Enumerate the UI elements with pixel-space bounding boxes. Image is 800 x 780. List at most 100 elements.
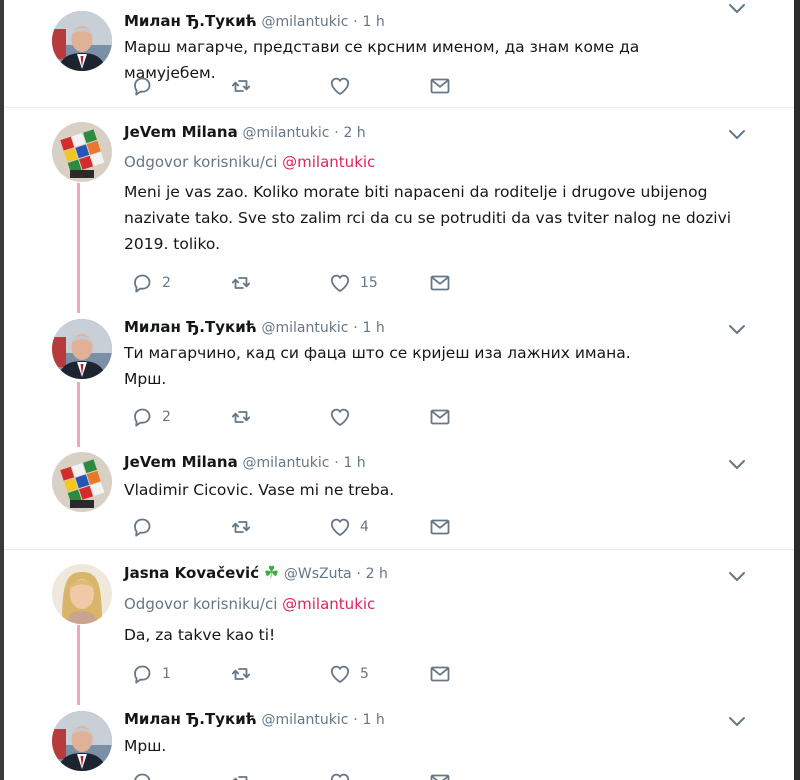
timestamp[interactable]: 1 h <box>362 320 384 336</box>
chevron-down-icon[interactable] <box>728 2 746 16</box>
like-button[interactable] <box>329 771 360 780</box>
author-name[interactable]: Jasna Kovačević <box>124 564 259 582</box>
reply-button[interactable]: 2 <box>131 272 171 294</box>
tweet-text: Vladimir Cicovic. Vase mi ne treba. <box>124 481 395 499</box>
author-name[interactable]: JeVem Milana <box>124 123 238 141</box>
window-frame-right <box>794 0 800 780</box>
avatar[interactable] <box>52 711 112 771</box>
like-count: 5 <box>360 666 369 682</box>
heart-icon <box>330 408 350 426</box>
retweet-icon <box>231 668 251 680</box>
retweet-button[interactable] <box>230 663 261 685</box>
author-handle[interactable]: @WsZuta <box>284 566 352 582</box>
message-button[interactable] <box>429 75 451 97</box>
message-button[interactable] <box>429 272 451 294</box>
tweet[interactable]: Милан Ђ.Тукић @milantukic · 1 h Ти магар… <box>4 308 794 444</box>
separator-dot: · <box>334 455 339 471</box>
chevron-down-icon[interactable] <box>728 715 746 729</box>
timestamp[interactable]: 2 h <box>343 125 365 141</box>
avatar[interactable] <box>52 452 112 512</box>
separator-dot: · <box>334 125 339 141</box>
author-handle[interactable]: @milantukic <box>242 125 329 141</box>
timestamp[interactable]: 1 h <box>343 455 365 471</box>
tweet-text: Da, za takve kao ti! <box>124 626 276 644</box>
reply-icon <box>134 77 151 96</box>
reply-mention-link[interactable]: @milantukic <box>282 153 375 171</box>
author-name[interactable]: Милан Ђ.Тукић <box>124 318 257 336</box>
tweet[interactable]: Милан Ђ.Тукић @milantukic · 1 h Марш маг… <box>4 0 794 107</box>
like-button[interactable] <box>329 75 360 97</box>
retweet-button[interactable] <box>230 75 261 97</box>
chevron-down-icon[interactable] <box>728 323 746 337</box>
tweet-text: Meni je vas zao. Koliko morate biti napa… <box>124 183 732 253</box>
reply-prefix: Odgovor korisniku/ci <box>124 153 278 171</box>
avatar[interactable] <box>52 11 112 71</box>
tweet-header: JeVem Milana @milantukic · 2 h <box>124 122 366 143</box>
message-button[interactable] <box>429 516 451 538</box>
reply-mention-link[interactable]: @milantukic <box>282 595 375 613</box>
reply-button[interactable] <box>131 75 162 97</box>
avatar[interactable] <box>52 564 112 624</box>
heart-icon <box>330 274 350 292</box>
tweet-actions: 2 <box>124 406 464 428</box>
reply-icon <box>134 773 151 780</box>
clover-icon: ☘ <box>263 563 280 583</box>
envelope-icon <box>430 774 450 780</box>
chevron-down-icon[interactable] <box>728 570 746 584</box>
reply-count: 1 <box>162 666 171 682</box>
author-handle[interactable]: @milantukic <box>242 455 329 471</box>
reply-button[interactable]: 2 <box>131 406 171 428</box>
author-handle[interactable]: @milantukic <box>262 320 349 336</box>
tweet[interactable]: JeVem Milana @milantukic · 1 h Vladimir … <box>4 444 794 549</box>
like-button[interactable]: 5 <box>329 663 369 685</box>
timestamp[interactable]: 1 h <box>362 14 384 30</box>
timestamp[interactable]: 2 h <box>366 566 388 582</box>
reply-icon <box>134 665 151 684</box>
author-name[interactable]: Милан Ђ.Тукић <box>124 710 257 728</box>
message-button[interactable] <box>429 771 451 780</box>
reply-icon <box>134 518 151 537</box>
like-count: 4 <box>360 519 369 535</box>
message-button[interactable] <box>429 406 451 428</box>
reply-button[interactable]: 1 <box>131 663 171 685</box>
retweet-button[interactable] <box>230 272 261 294</box>
author-handle[interactable]: @milantukic <box>262 14 349 30</box>
reply-button[interactable] <box>131 771 162 780</box>
tweet[interactable]: JeVem Milana @milantukic · 2 h Odgovor k… <box>4 108 794 308</box>
like-count: 15 <box>360 275 378 291</box>
reply-icon <box>134 408 151 427</box>
retweet-button[interactable] <box>230 406 261 428</box>
retweet-icon <box>231 277 251 289</box>
reply-icon <box>134 274 151 293</box>
message-button[interactable] <box>429 663 451 685</box>
like-button[interactable] <box>329 406 360 428</box>
like-button[interactable]: 15 <box>329 272 378 294</box>
chevron-down-icon[interactable] <box>728 458 746 472</box>
reply-count: 2 <box>162 275 171 291</box>
chevron-down-icon[interactable] <box>728 128 746 142</box>
reply-count: 2 <box>162 409 171 425</box>
retweet-button[interactable] <box>230 516 261 538</box>
retweet-icon <box>231 521 251 533</box>
envelope-icon <box>430 78 450 94</box>
timestamp[interactable]: 1 h <box>362 712 384 728</box>
retweet-button[interactable] <box>230 771 261 780</box>
tweet[interactable]: Jasna Kovačević ☘ @WsZuta · 2 h Odgovor … <box>4 550 794 698</box>
tweet-header: Милан Ђ.Тукић @milantukic · 1 h <box>124 709 385 730</box>
avatar[interactable] <box>52 319 112 379</box>
like-button[interactable]: 4 <box>329 516 369 538</box>
author-name[interactable]: JeVem Milana <box>124 453 238 471</box>
tweet[interactable]: Милан Ђ.Тукић @milantukic · 1 h Мрш. <box>4 698 794 780</box>
author-name[interactable]: Милан Ђ.Тукић <box>124 12 257 30</box>
envelope-icon <box>430 519 450 535</box>
tweet-header: Jasna Kovačević ☘ @WsZuta · 2 h <box>124 563 388 584</box>
heart-icon <box>330 665 350 683</box>
reply-button[interactable] <box>131 516 162 538</box>
separator-dot: · <box>353 712 358 728</box>
author-handle[interactable]: @milantukic <box>262 712 349 728</box>
avatar[interactable] <box>52 122 112 182</box>
reply-prefix: Odgovor korisniku/ci <box>124 595 278 613</box>
envelope-icon <box>430 275 450 291</box>
retweet-icon <box>231 80 251 92</box>
heart-icon <box>330 773 350 780</box>
